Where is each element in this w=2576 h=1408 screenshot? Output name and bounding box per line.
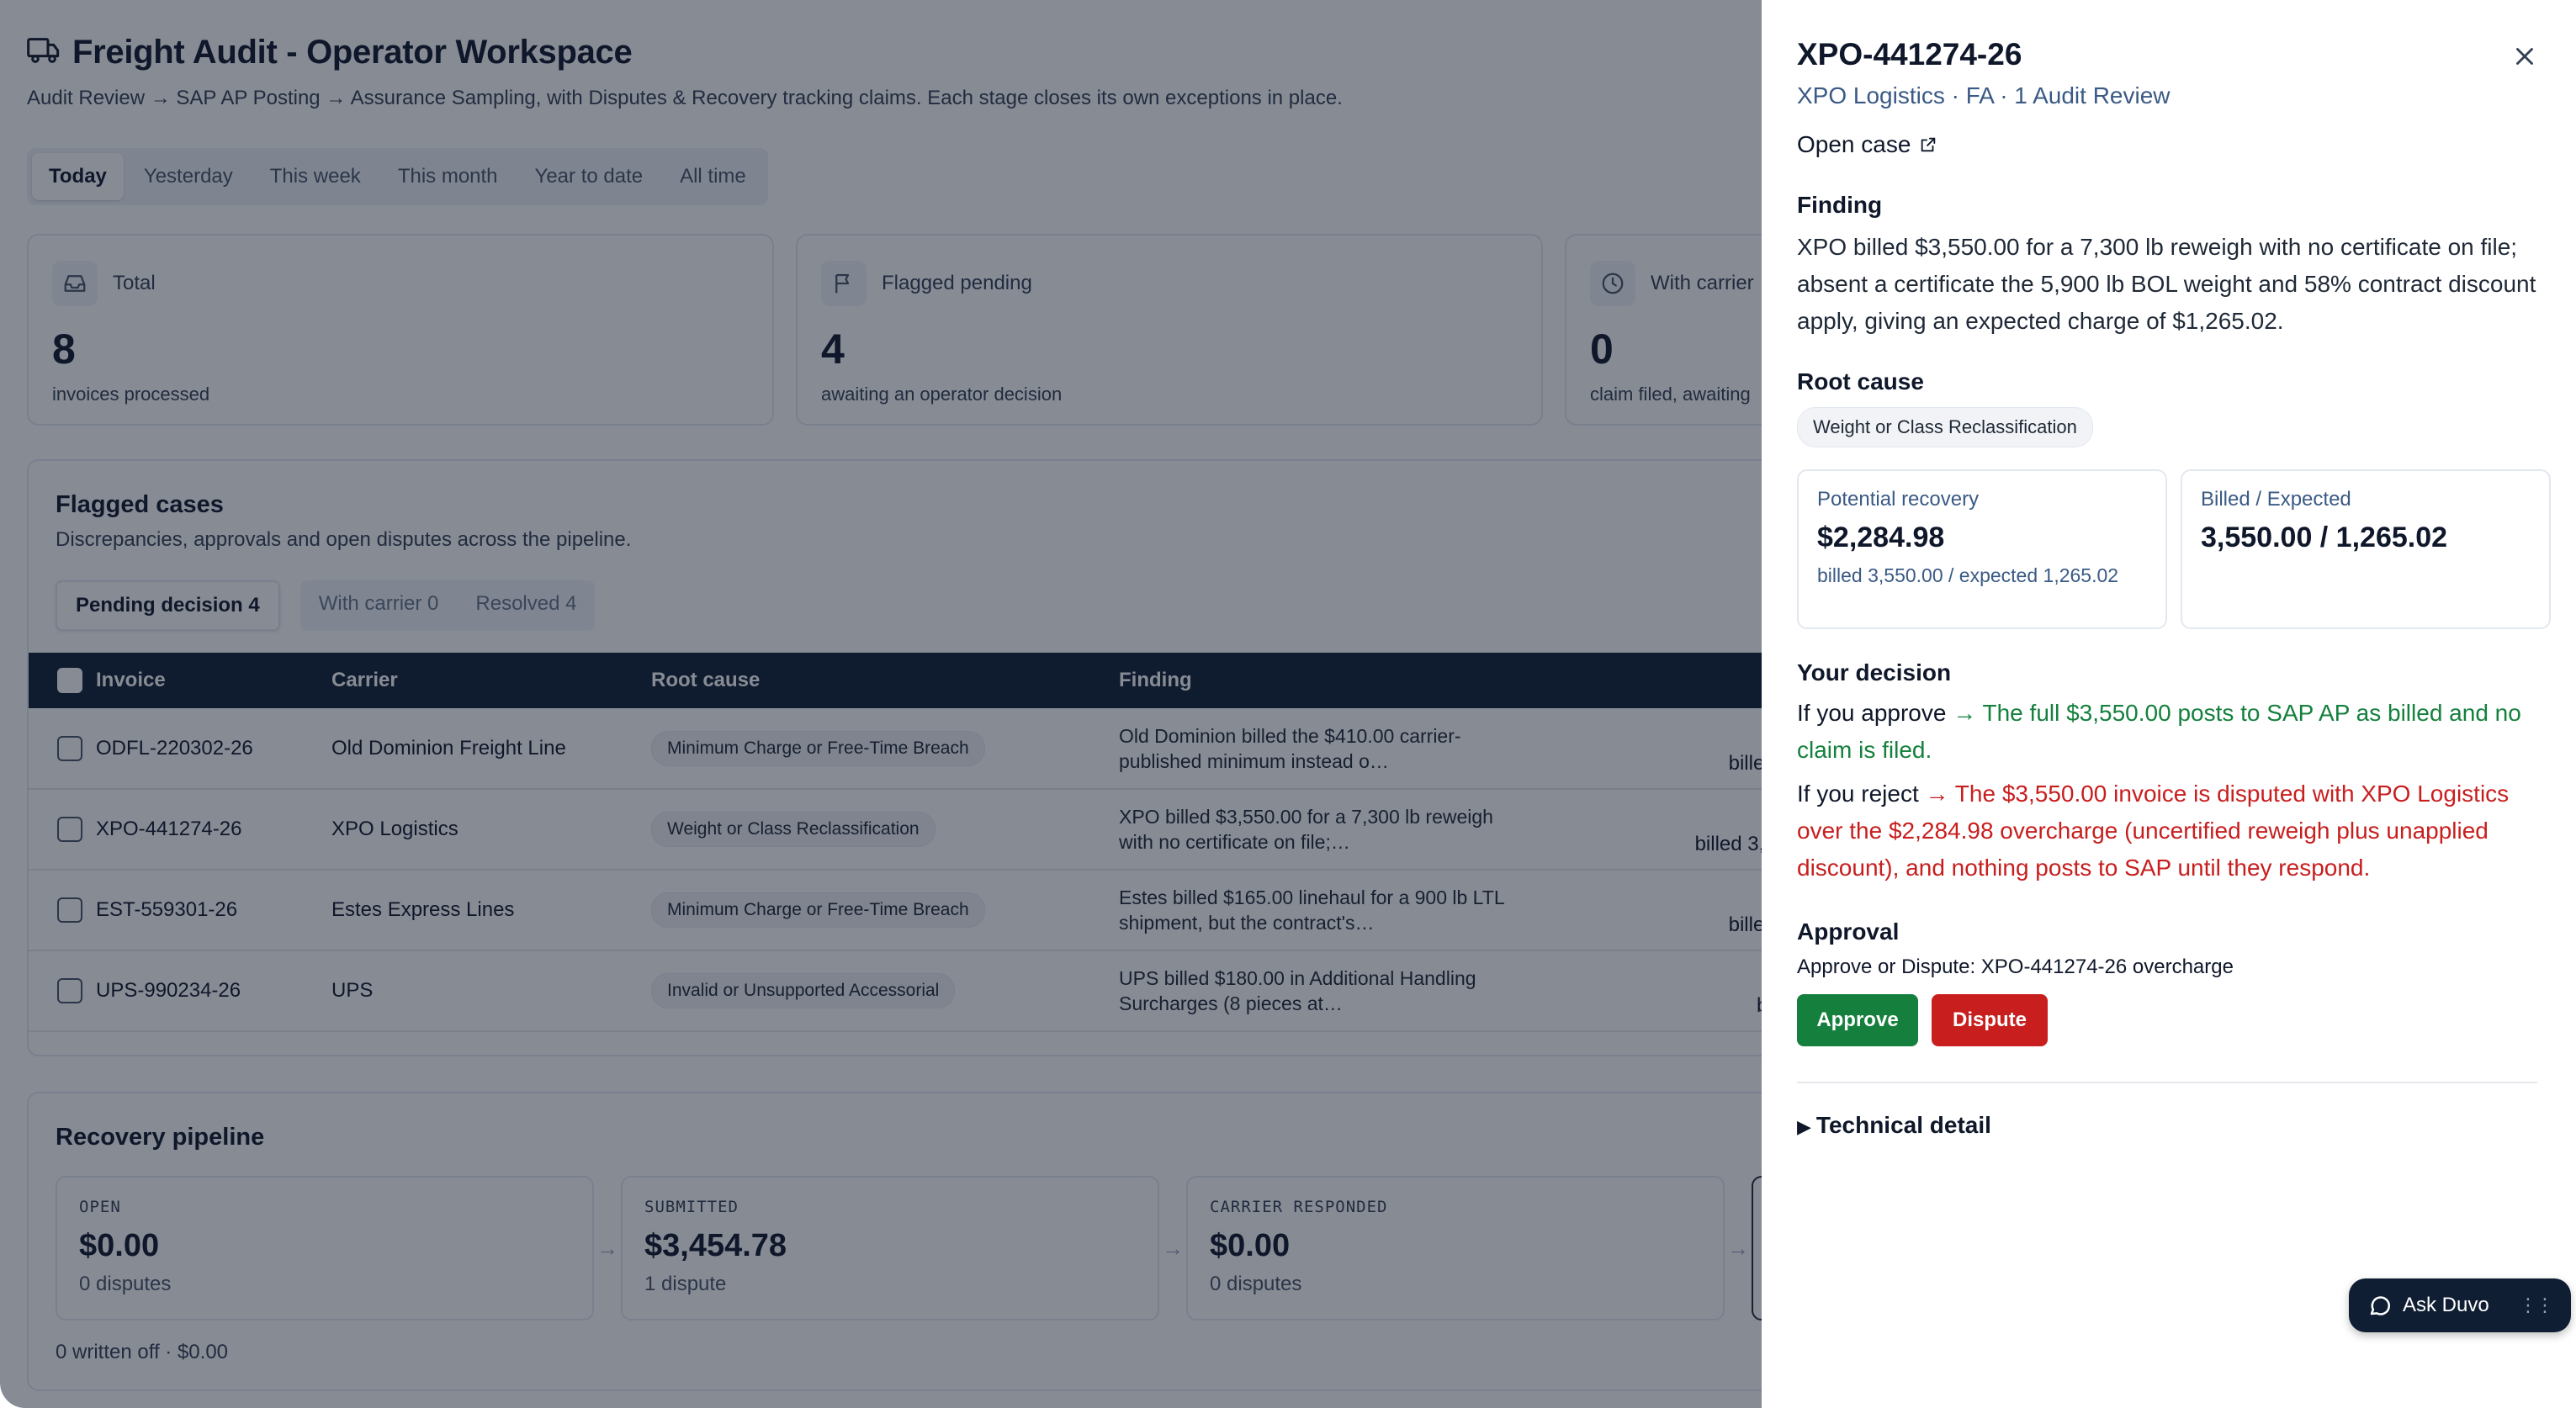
approve-button[interactable]: Approve [1797, 994, 1918, 1046]
chat-bubble-icon [2370, 1296, 2391, 1315]
metric-label: Billed / Expected [2201, 488, 2351, 511]
reject-lead: If you reject [1797, 781, 1919, 807]
approve-outcome: If you approve → The full $3,550.00 post… [1797, 695, 2537, 769]
finding-heading: Finding [1797, 192, 1883, 218]
approval-heading: Approval [1797, 918, 1900, 945]
close-icon[interactable] [2510, 42, 2539, 71]
root-cause-badge: Weight or Class Reclassification [1797, 407, 2093, 447]
divider [1797, 1082, 2537, 1083]
modal-backdrop[interactable] [0, 0, 1762, 1408]
metric-label: Potential recovery [1817, 488, 1980, 511]
assistant-label: Ask Duvo [2403, 1294, 2489, 1316]
technical-detail-toggle[interactable]: ▶ Technical detail [1797, 1112, 1991, 1139]
technical-detail-label: Technical detail [1815, 1112, 1991, 1138]
metric-caption: billed 3,550.00 / expected 1,265.02 [1817, 564, 2119, 586]
decision-heading: Your decision [1797, 659, 1952, 685]
external-link-icon [1921, 137, 1936, 152]
case-detail-drawer: XPO-441274-26 XPO Logistics · FA · 1 Aud… [1762, 0, 2576, 1408]
metric-value: 3,550.00 / 1,265.02 [2201, 521, 2448, 553]
finding-text: XPO billed $3,550.00 for a 7,300 lb rewe… [1797, 234, 2536, 334]
approval-prompt: Approve or Dispute: XPO-441274-26 overch… [1797, 955, 2234, 978]
workspace-background: Freight Audit - Operator Workspace Audit… [0, 0, 2576, 1408]
approve-lead: If you approve [1797, 700, 1947, 726]
potential-recovery-card: Potential recovery $2,284.98 billed 3,55… [1797, 469, 2167, 629]
open-case-link[interactable]: Open case [1797, 131, 1937, 158]
dispute-button[interactable]: Dispute [1932, 994, 2048, 1046]
reject-outcome: If you reject → The $3,550.00 invoice is… [1797, 775, 2537, 887]
ask-assistant-button[interactable]: Ask Duvo ⋮⋮ [2349, 1278, 2571, 1332]
drag-handle-icon[interactable]: ⋮⋮ [2519, 1294, 2554, 1316]
metric-value: $2,284.98 [1817, 521, 1945, 553]
billed-expected-card: Billed / Expected 3,550.00 / 1,265.02 [2181, 469, 2551, 629]
root-cause-heading: Root cause [1797, 368, 1924, 394]
drawer-title: XPO-441274-26 [1797, 37, 2022, 71]
caret-right-icon: ▶ [1797, 1116, 1811, 1137]
open-case-label: Open case [1797, 131, 1911, 157]
drawer-subtitle: XPO Logistics · FA · 1 Audit Review [1797, 82, 2171, 109]
